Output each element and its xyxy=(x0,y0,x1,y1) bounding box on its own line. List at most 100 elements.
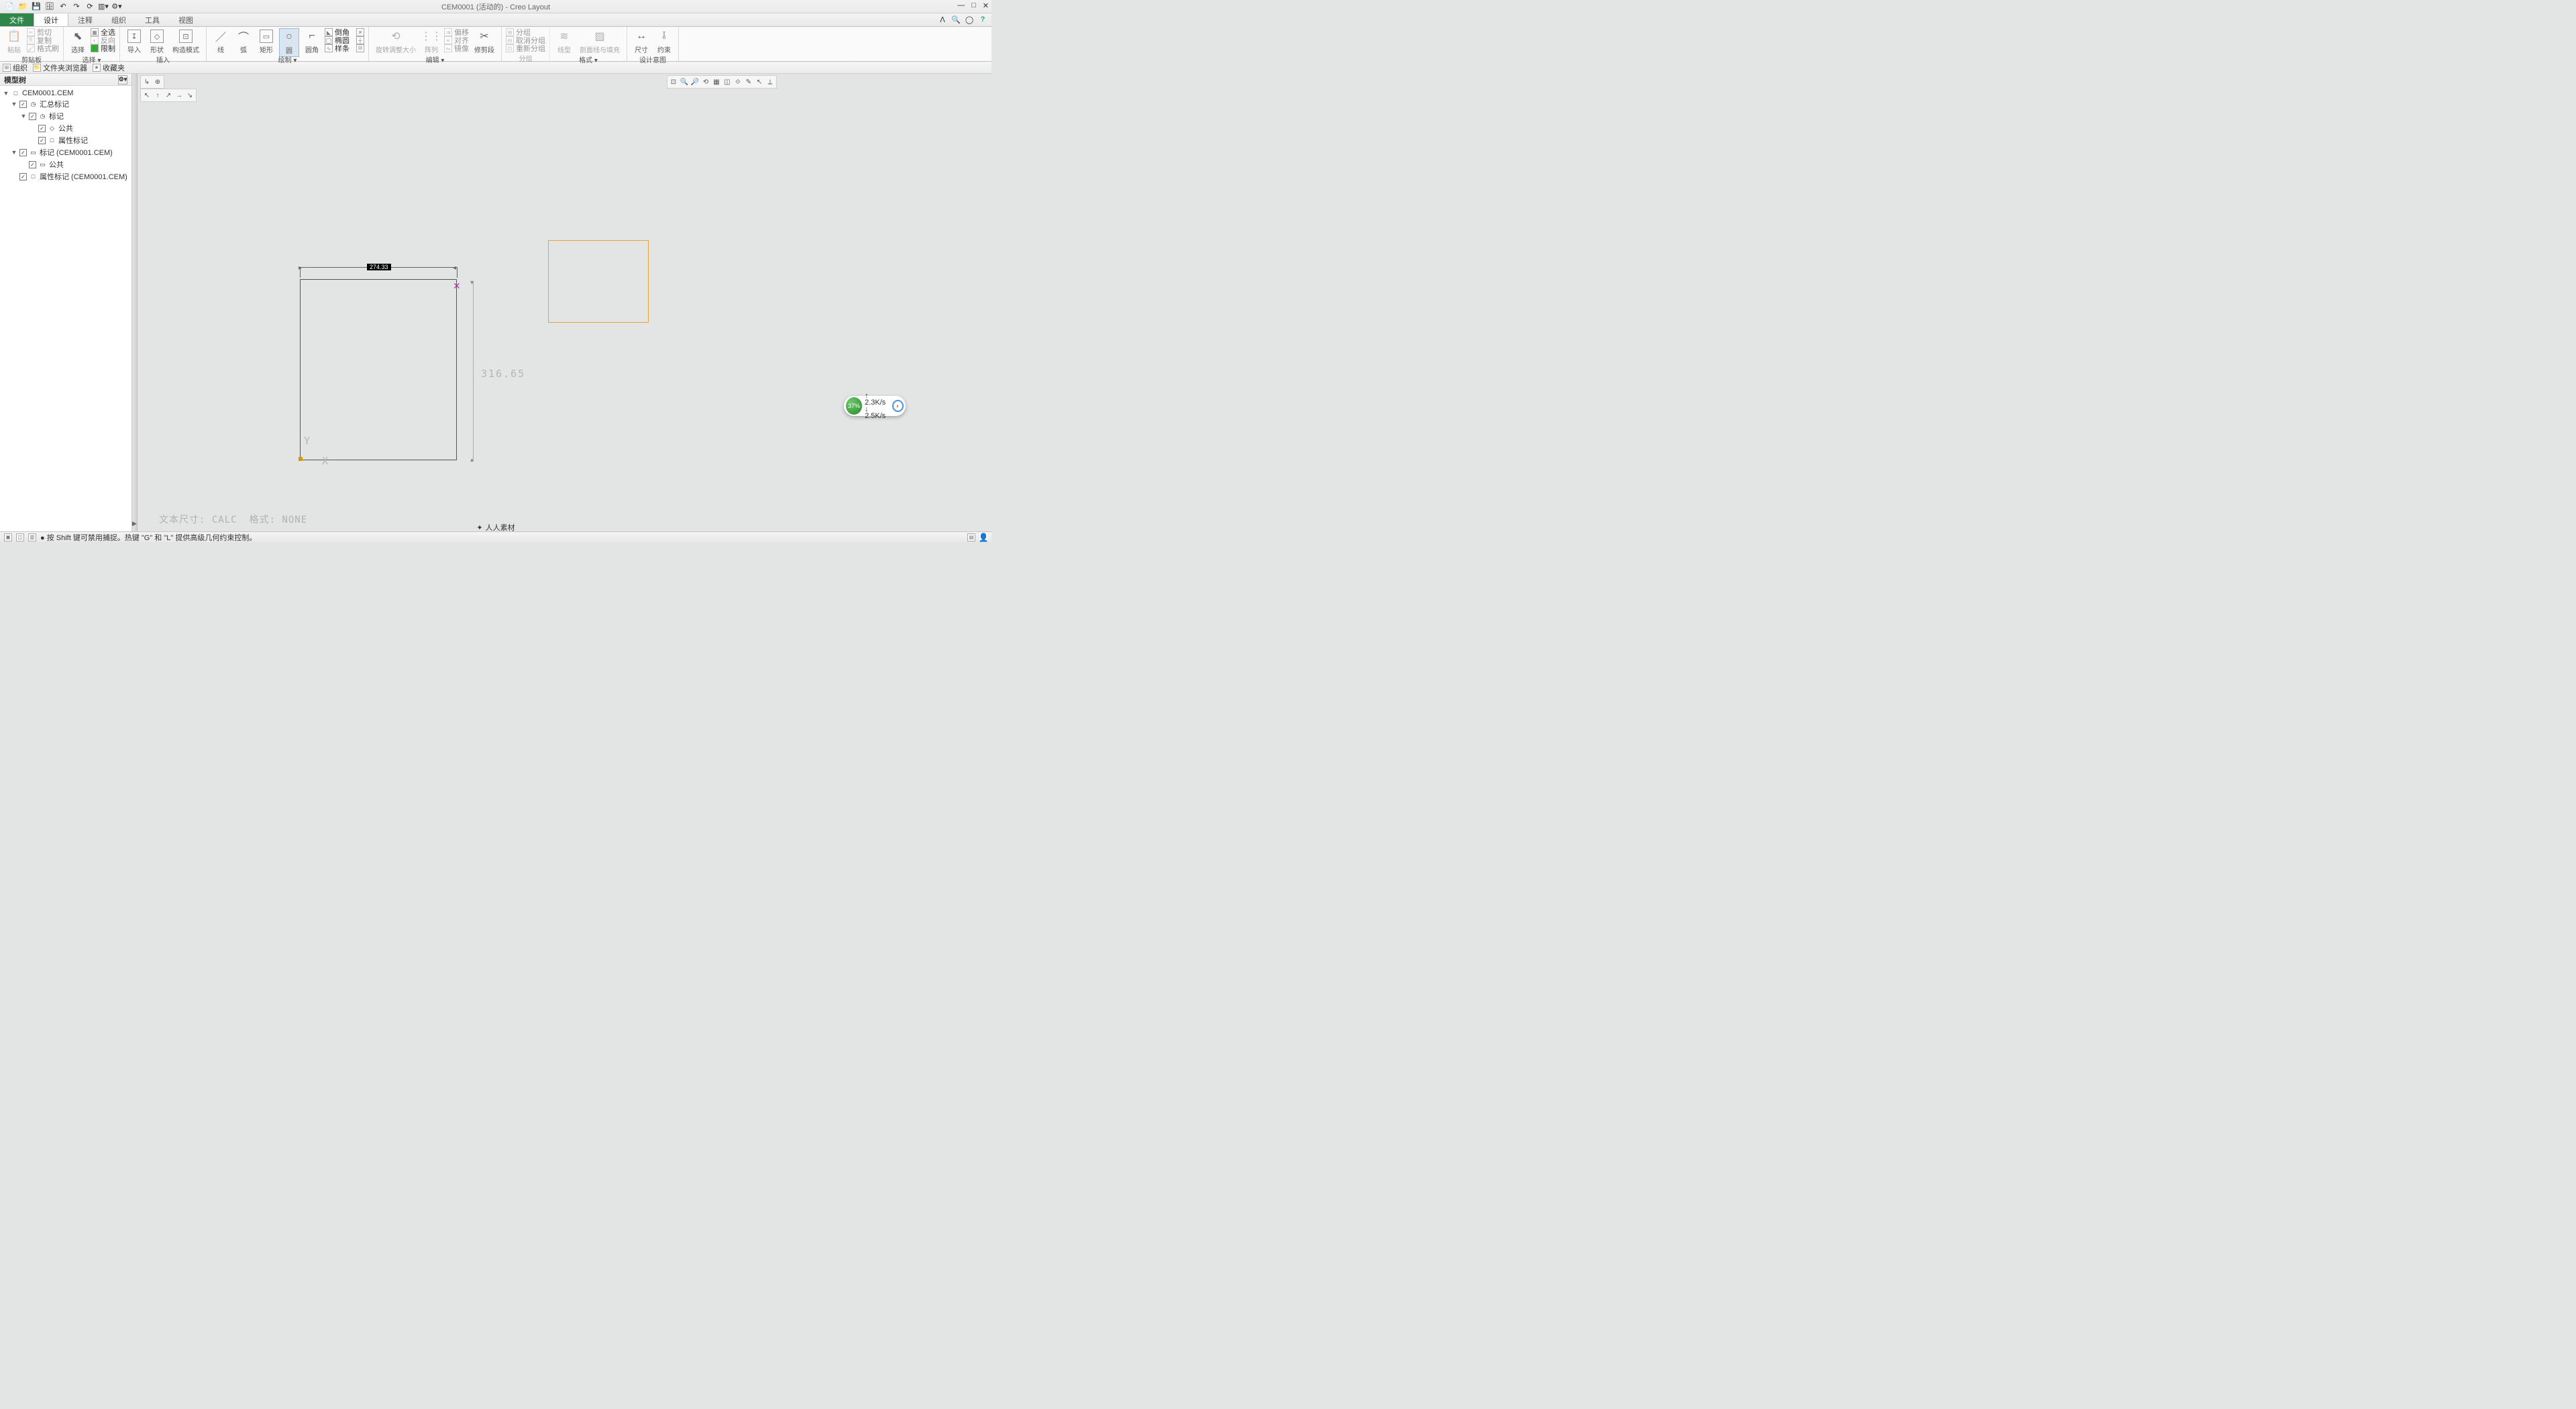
rotate-resize-button[interactable]: ⟲旋转调整大小 xyxy=(373,28,419,56)
dimension-button[interactable]: ↔尺寸 xyxy=(631,28,651,56)
tab-design[interactable]: 设计 xyxy=(34,13,68,26)
minimize-button[interactable]: — xyxy=(957,1,965,10)
trim-segment-button[interactable]: ✂修剪段 xyxy=(472,28,497,56)
tree-item[interactable]: ✓□属性标记 (CEM0001.CEM) xyxy=(0,170,131,182)
status-person-icon[interactable]: 👤 xyxy=(979,533,987,541)
mirror-button[interactable]: ⇋镜像 xyxy=(444,44,469,52)
tree-toggle-icon[interactable]: ▼ xyxy=(3,90,9,97)
zoom-in-icon[interactable]: 🔍 xyxy=(680,77,689,87)
qat-new-icon[interactable]: 📄 xyxy=(4,1,15,12)
tab-file[interactable]: 文件 xyxy=(0,13,34,26)
import-button[interactable]: ↧导入 xyxy=(124,28,144,56)
regroup-button[interactable]: ⊡重新分组 xyxy=(506,44,545,52)
tree-settings-icon[interactable]: ⚙▾ xyxy=(118,75,127,85)
qat-redo-icon[interactable]: ↷ xyxy=(71,1,82,12)
nav-organize[interactable]: ⊞组织 xyxy=(3,62,28,73)
tab-annotate[interactable]: 注释 xyxy=(68,13,102,26)
tree-item[interactable]: ▼✓◷汇总标记 xyxy=(0,98,131,110)
qat-undo-icon[interactable]: ↶ xyxy=(58,1,68,12)
status-icon1[interactable]: ▣ xyxy=(4,533,12,541)
centerline-button[interactable]: ┼ xyxy=(356,36,364,44)
qat-config-icon[interactable]: ⚙▾ xyxy=(111,1,122,12)
zoom-window-icon[interactable]: ⊡ xyxy=(669,77,678,87)
sidebar-collapse-gutter[interactable]: ▶ xyxy=(132,74,138,531)
tree-toggle-icon[interactable]: ▼ xyxy=(20,113,27,119)
qat-saveall-icon[interactable]: 🗄 xyxy=(44,1,55,12)
select-button[interactable]: ⬉ 选择 xyxy=(68,28,88,56)
tree-item[interactable]: ✓□属性标记 xyxy=(0,134,131,146)
horizontal-dim-label[interactable]: 274.33 xyxy=(367,264,391,270)
help-icon[interactable]: ? xyxy=(978,15,987,24)
paste-button[interactable]: 📋 粘贴 xyxy=(4,28,24,56)
status-filter-icon[interactable]: ▤ xyxy=(967,533,975,541)
zoom-extents-icon[interactable]: ⊕ xyxy=(153,77,162,87)
tree-item[interactable]: ✓▭公共 xyxy=(0,158,131,170)
tree-checkbox[interactable]: ✓ xyxy=(29,161,36,168)
qat-windows-icon[interactable]: ▥▾ xyxy=(98,1,109,12)
cursor-view-icon[interactable]: ↖ xyxy=(755,77,764,87)
saved-views-icon[interactable]: ⟐ xyxy=(733,77,743,87)
maximize-button[interactable]: □ xyxy=(971,1,976,10)
tree-checkbox[interactable]: ✓ xyxy=(38,137,46,144)
tree-checkbox[interactable]: ✓ xyxy=(38,125,46,132)
shape-button[interactable]: ◇形状 xyxy=(147,28,167,56)
tree-checkbox[interactable]: ✓ xyxy=(19,149,27,156)
orange-rectangle[interactable] xyxy=(548,240,649,323)
circle-button[interactable]: ○圆 xyxy=(279,28,299,57)
constraint-button[interactable]: ⫱约束 xyxy=(654,28,674,56)
drawing-canvas[interactable]: ↳ ⊕ ↖ ↑ ↗ → ↘ ⊡ 🔍 🔎 ⟲ ▦ ◫ ⟐ ✎ ↖ ⟂ ▸ ◂ 27… xyxy=(138,74,991,531)
tab-tools[interactable]: 工具 xyxy=(136,13,169,26)
axis3-icon[interactable]: ↗ xyxy=(164,91,173,100)
qat-regen-icon[interactable]: ⟳ xyxy=(85,1,95,12)
tree-item[interactable]: ✓◇公共 xyxy=(0,122,131,134)
tree-item[interactable]: ▼□CEM0001.CEM xyxy=(0,88,131,98)
options-icon[interactable]: ◯ xyxy=(965,15,974,24)
widget-dashboard-icon[interactable]: ◐ xyxy=(892,400,904,412)
axis4-icon[interactable]: → xyxy=(174,91,184,100)
zoom-out-icon[interactable]: 🔎 xyxy=(690,77,700,87)
tree-toggle-icon[interactable]: ▼ xyxy=(11,149,17,156)
main-rectangle[interactable] xyxy=(300,279,457,460)
linestyle-button[interactable]: ≋线型 xyxy=(554,28,574,56)
system-monitor-widget[interactable]: 37% ↑ 2.3K/s ↓ 2.5K/s ◐ xyxy=(844,396,906,416)
qat-open-icon[interactable]: 📁 xyxy=(17,1,28,12)
point-button[interactable]: ✕ xyxy=(356,28,364,36)
nav-favorites[interactable]: ★收藏夹 xyxy=(93,62,125,73)
tree-item[interactable]: ▼✓▭标记 (CEM0001.CEM) xyxy=(0,146,131,158)
nav-folder-browser[interactable]: 📁文件夹浏览器 xyxy=(33,62,87,73)
tree-checkbox[interactable]: ✓ xyxy=(29,113,36,120)
spline-button[interactable]: ∿样条 xyxy=(325,44,350,52)
tree-item[interactable]: ▼✓◷标记 xyxy=(0,110,131,122)
ribbon-minimize-icon[interactable]: ᐱ xyxy=(938,15,947,24)
measure-view-icon[interactable]: ⟂ xyxy=(765,77,775,87)
arc-button[interactable]: ⌒弧 xyxy=(233,28,254,56)
format-painter-button[interactable]: 🖌格式刷 xyxy=(27,44,59,52)
pattern-button[interactable]: ⋮⋮阵列 xyxy=(421,28,441,56)
tree-checkbox[interactable]: ✓ xyxy=(19,101,27,108)
line-button[interactable]: ／线 xyxy=(211,28,231,56)
status-icon2[interactable]: ◫ xyxy=(16,533,24,541)
qat-save-icon[interactable]: 💾 xyxy=(31,1,42,12)
rectangle-button[interactable]: ▭矩形 xyxy=(256,28,276,56)
close-button[interactable]: ✕ xyxy=(983,1,989,10)
axis1-icon[interactable]: ↖ xyxy=(142,91,152,100)
display-style-icon[interactable]: ◫ xyxy=(722,77,732,87)
construction-mode-button[interactable]: ⊡构造模式 xyxy=(170,28,202,56)
fillet-button[interactable]: ⌐圆角 xyxy=(302,28,322,56)
status-icon3[interactable]: ▥ xyxy=(28,533,36,541)
hatch-fill-button[interactable]: ▨剖面线与填充 xyxy=(577,28,623,56)
tab-organize[interactable]: 组织 xyxy=(102,13,136,26)
refit-icon[interactable]: ⟲ xyxy=(701,77,710,87)
repaint-icon[interactable]: ▦ xyxy=(712,77,721,87)
annotation-display-icon[interactable]: ✎ xyxy=(744,77,753,87)
tree-checkbox[interactable]: ✓ xyxy=(19,173,27,180)
tree-toggle-icon[interactable]: ▼ xyxy=(11,101,17,107)
tab-view[interactable]: 视图 xyxy=(169,13,203,26)
search-icon[interactable]: 🔍 xyxy=(951,15,961,24)
csys-toggle-icon[interactable]: ↳ xyxy=(142,77,152,87)
axis5-icon[interactable]: ↘ xyxy=(185,91,195,100)
fillet-icon: ⌐ xyxy=(305,30,319,43)
axis2-icon[interactable]: ↑ xyxy=(153,91,162,100)
invert-select-button[interactable]: ◐反向 xyxy=(91,36,115,44)
csys-button[interactable]: ⮾ xyxy=(356,44,364,52)
